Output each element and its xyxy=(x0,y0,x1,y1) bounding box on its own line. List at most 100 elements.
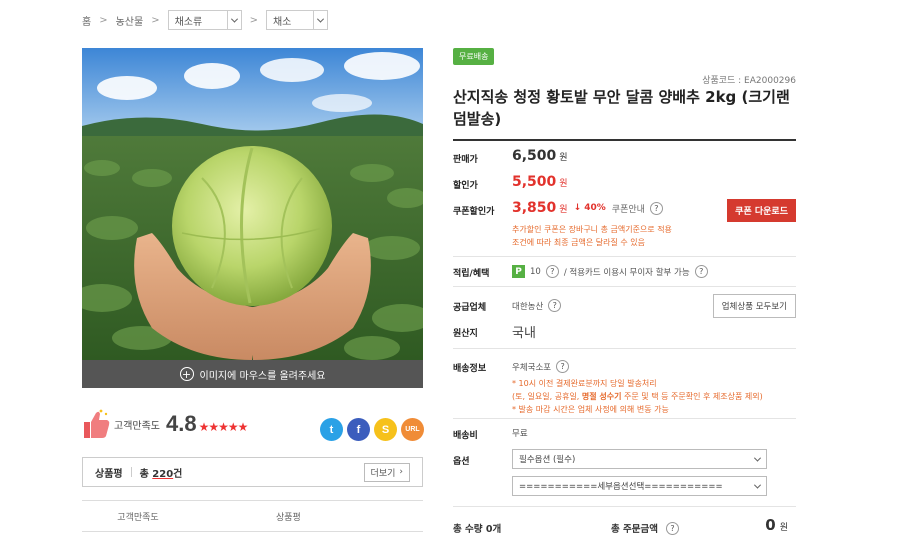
detail-option-select[interactable]: ===========세부옵션선택=========== xyxy=(512,476,767,496)
coupon-info-label: 쿠폰안내 xyxy=(611,204,645,215)
shipping-note: * 발송 마감 시간은 업체 사정에 의해 변동 가능 xyxy=(512,405,669,414)
breadcrumb-category[interactable]: 농산물 xyxy=(116,13,144,28)
divider xyxy=(453,418,796,419)
list-price-value: 6,500 xyxy=(512,148,557,164)
product-code: 상품코드 : EA2000296 xyxy=(702,76,796,86)
help-icon[interactable]: ? xyxy=(545,265,559,278)
select-value: 필수옵션 (필수) xyxy=(519,455,576,465)
origin-value: 국내 xyxy=(512,326,536,341)
customer-satisfaction: 고객만족도 4.8 ★★★★★ xyxy=(82,408,249,440)
chevron-down-icon xyxy=(226,11,241,29)
shipping-note: (토, 일요일, 공휴일, 명절 성수기 주문 및 택 등 주문확인 후 제조상… xyxy=(512,390,763,403)
breadcrumb-separator: > xyxy=(99,14,108,26)
divider xyxy=(453,506,796,507)
product-image[interactable] xyxy=(82,48,423,360)
supplier-label: 공급업체 xyxy=(453,303,487,313)
product-photo xyxy=(82,48,423,360)
coupon-price: 3,850 원 ↓ 40% 쿠폰안내 ? xyxy=(512,200,663,216)
origin-label: 원산지 xyxy=(453,329,478,339)
supplier-info: 대한농산 ? xyxy=(512,299,562,312)
benefits-label: 적립/혜택 xyxy=(453,269,490,279)
help-icon[interactable]: ? xyxy=(649,201,663,215)
total-amount: 0원 xyxy=(765,516,788,534)
help-icon[interactable]: ? xyxy=(548,299,562,312)
currency-unit: 원 xyxy=(559,179,568,189)
review-summary: 상품평 총 220건 더보기 › xyxy=(82,457,423,487)
product-title: 산지직송 청정 황토밭 무안 달콤 양배추 2kg (크기랜덤발송) xyxy=(453,88,790,128)
column-review: 상품평 xyxy=(276,512,301,523)
card-benefit-text: / 적용카드 이용시 무이자 할부 가능 xyxy=(563,267,690,278)
share-buttons: t f S URL xyxy=(320,418,424,441)
shipping-method: 우체국소포 ? xyxy=(512,360,570,373)
total-quantity: 총 수량 0개 xyxy=(453,524,502,535)
star-rating: ★★★★★ xyxy=(198,420,249,434)
chevron-down-icon xyxy=(312,11,327,29)
shipping-info-label: 배송정보 xyxy=(453,364,487,374)
list-price-label: 판매가 xyxy=(453,155,478,165)
currency-unit: 원 xyxy=(559,204,568,215)
url-copy-icon[interactable]: URL xyxy=(401,418,424,441)
breadcrumb: 홈 > 농산물 > 채소류 > 채소 xyxy=(82,10,328,30)
chevron-down-icon xyxy=(753,454,762,462)
review-more-label: 더보기 xyxy=(370,468,396,479)
supplier-products-button[interactable]: 업체상품 모두보기 xyxy=(712,294,796,318)
currency-unit: 원 xyxy=(559,153,568,163)
review-count: 총 220건 xyxy=(140,465,183,480)
divider xyxy=(453,286,796,287)
image-hover-text: 이미지에 마우스를 올려주세요 xyxy=(199,370,326,382)
points-info: P 10 ? / 적용카드 이용시 무이자 할부 가능 ? xyxy=(512,265,708,278)
sale-price: 5,500 원 xyxy=(512,174,568,190)
shipping-note-text: 주문 및 택 등 주문확인 후 제조상품 제외) xyxy=(621,392,763,401)
category-select-value: 채소 xyxy=(272,16,292,28)
free-shipping-badge: 무료배송 xyxy=(453,48,495,65)
shipping-note-text: (토, 일요일, 공휴일, xyxy=(512,392,582,401)
coupon-price-value: 3,850 xyxy=(512,200,557,216)
facebook-share-icon[interactable]: f xyxy=(347,418,370,441)
shipping-fee-value: 무료 xyxy=(512,429,528,439)
review-title: 상품평 xyxy=(95,468,123,480)
supplier-name: 대한농산 xyxy=(512,301,544,312)
review-more-button[interactable]: 더보기 › xyxy=(363,462,410,482)
required-option-select[interactable]: 필수옵션 (필수) xyxy=(512,449,767,469)
chevron-right-icon: › xyxy=(399,467,403,477)
points-icon: P xyxy=(512,265,525,278)
shipping-fee-label: 배송비 xyxy=(453,431,478,441)
breadcrumb-home[interactable]: 홈 xyxy=(82,13,91,28)
total-amount-label-group: 총 주문금액 ? xyxy=(611,521,680,535)
category-select-level2[interactable]: 채소류 xyxy=(167,10,242,30)
review-count-number: 220 xyxy=(152,468,174,480)
divider xyxy=(453,348,796,349)
satisfaction-score: 4.8 xyxy=(166,411,197,436)
coupon-download-button[interactable]: 쿠폰 다운로드 xyxy=(727,199,796,222)
sale-price-label: 할인가 xyxy=(453,181,478,191)
coupon-notes: 추가할인 쿠폰은 장바구니 총 금액기준으로 적용 조건에 따라 최종 금액은 … xyxy=(512,223,672,249)
options-label: 옵션 xyxy=(453,457,470,467)
category-select-value: 채소류 xyxy=(174,16,203,28)
satisfaction-label: 고객만족도 xyxy=(114,420,160,432)
review-count-prefix: 총 xyxy=(139,468,149,480)
help-icon[interactable]: ? xyxy=(556,360,570,373)
help-icon[interactable]: ? xyxy=(694,265,708,278)
review-count-suffix: 건 xyxy=(173,468,183,480)
chevron-down-icon xyxy=(753,481,762,489)
thumbs-up-icon xyxy=(84,409,110,438)
breadcrumb-separator: > xyxy=(151,14,160,26)
currency-unit: 원 xyxy=(779,523,788,533)
list-price: 6,500 원 xyxy=(512,148,568,164)
points-value: 10 xyxy=(530,266,541,277)
shipping-notes: * 10시 이전 결제완료분까지 당일 발송처리 (토, 일요일, 공휴일, 명… xyxy=(512,377,763,416)
twitter-share-icon[interactable]: t xyxy=(320,418,343,441)
divider xyxy=(453,256,796,257)
category-select-level3[interactable]: 채소 xyxy=(265,10,328,30)
total-amount-label: 총 주문금액 xyxy=(611,524,659,535)
help-icon[interactable]: ? xyxy=(666,521,680,535)
breadcrumb-separator: > xyxy=(249,14,258,26)
shipping-note-bold: 명절 성수기 xyxy=(581,392,622,401)
kakaostory-share-icon[interactable]: S xyxy=(374,418,397,441)
divider xyxy=(453,139,796,141)
review-table-header: 고객만족도 상품평 xyxy=(82,500,423,532)
plus-circle-icon: + xyxy=(179,367,194,381)
image-hover-hint: + 이미지에 마우스를 올려주세요 xyxy=(82,360,423,388)
total-amount-value: 0 xyxy=(765,516,776,534)
shipping-note: * 10시 이전 결제완료분까지 당일 발송처리 xyxy=(512,379,657,388)
